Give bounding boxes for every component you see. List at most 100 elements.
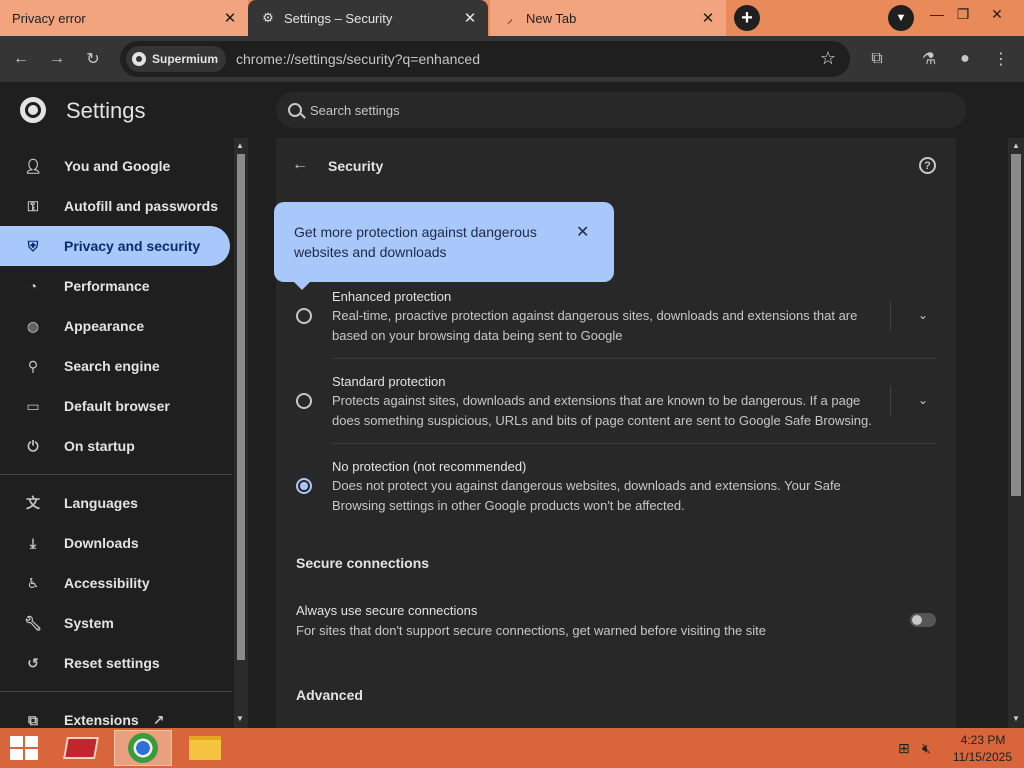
reload-button[interactable]: ↻ bbox=[78, 44, 108, 74]
close-icon[interactable]: ✕ bbox=[222, 9, 238, 27]
chevron-down-icon[interactable]: ⌄ bbox=[918, 393, 928, 407]
reset-icon: ↺ bbox=[27, 654, 39, 671]
enhanced-protection-option[interactable]: Enhanced protection Real-time, proactive… bbox=[276, 288, 956, 352]
option-description: Real-time, proactive protection against … bbox=[332, 308, 858, 343]
sidebar-item-label: Extensions bbox=[64, 712, 139, 728]
tab-search-button[interactable]: ▼ bbox=[888, 5, 914, 31]
sidebar-item-autofill[interactable]: ⚿ Autofill and passwords bbox=[0, 186, 230, 226]
row-description: For sites that don't support secure conn… bbox=[296, 623, 767, 638]
puzzle-icon: ⧉ bbox=[28, 711, 38, 728]
forward-button[interactable]: → bbox=[42, 44, 72, 74]
option-description: Does not protect you against dangerous w… bbox=[332, 478, 841, 513]
taskbar-app-red[interactable] bbox=[52, 730, 110, 766]
sidebar-item-label: Reset settings bbox=[64, 655, 160, 671]
bookmark-star-icon[interactable]: ☆ bbox=[820, 48, 836, 69]
sidebar-item-label: On startup bbox=[64, 438, 135, 454]
tab-title: Privacy error bbox=[12, 10, 86, 26]
tab-settings-security[interactable]: ⚙ Settings – Security ✕ bbox=[248, 0, 488, 36]
page-scrollbar-thumb[interactable] bbox=[1011, 154, 1021, 496]
standard-protection-option[interactable]: Standard protection Protects against sit… bbox=[276, 373, 956, 437]
sidebar-item-appearance[interactable]: ◍ Appearance bbox=[0, 306, 230, 346]
tab-privacy-error[interactable]: Privacy error ✕ bbox=[0, 0, 248, 36]
extensions-icon[interactable]: ⧉ bbox=[862, 44, 892, 74]
no-protection-radio[interactable] bbox=[296, 478, 312, 494]
close-icon[interactable]: ✕ bbox=[700, 9, 716, 27]
close-icon[interactable]: ✕ bbox=[576, 222, 589, 242]
taskbar-app-explorer[interactable] bbox=[176, 730, 234, 766]
external-link-icon: ↗ bbox=[152, 711, 165, 728]
clock-time[interactable]: 4:23 PM bbox=[958, 733, 1008, 747]
sidebar-scrollbar-thumb[interactable] bbox=[237, 154, 245, 660]
sidebar-item-label: System bbox=[64, 615, 114, 631]
restore-button[interactable]: ❐ bbox=[948, 0, 978, 28]
browser-app-icon bbox=[128, 733, 158, 763]
option-description: Protects against sites, downloads and ex… bbox=[332, 393, 872, 428]
enhanced-protection-radio[interactable] bbox=[296, 308, 312, 324]
translate-icon: 文 bbox=[26, 495, 40, 511]
sidebar-item-label: Downloads bbox=[64, 535, 139, 551]
start-button-windows-icon[interactable] bbox=[10, 736, 38, 760]
scroll-down-arrow-icon[interactable]: ▼ bbox=[236, 714, 244, 723]
sidebar-item-label: Default browser bbox=[64, 398, 170, 414]
red-app-icon bbox=[63, 737, 99, 759]
sidebar-item-languages[interactable]: 文 Languages bbox=[0, 483, 230, 523]
sidebar-item-label: You and Google bbox=[64, 158, 171, 174]
scroll-up-arrow-icon[interactable]: ▲ bbox=[236, 141, 244, 150]
browser-toolbar: ← → ↻ Supermium chrome://settings/securi… bbox=[0, 36, 1024, 82]
network-icon[interactable]: ⊞ bbox=[898, 740, 910, 757]
sidebar-item-performance[interactable]: ◔ Performance bbox=[0, 266, 230, 306]
speedometer-icon: ◔ bbox=[28, 278, 38, 294]
sidebar-divider bbox=[0, 474, 232, 475]
tab-strip: Privacy error ✕ ⚙ Settings – Security ✕ … bbox=[0, 0, 1024, 36]
section-title-advanced[interactable]: Advanced bbox=[296, 687, 363, 703]
profile-icon[interactable]: ● bbox=[950, 44, 980, 74]
standard-protection-radio[interactable] bbox=[296, 393, 312, 409]
sidebar-item-accessibility[interactable]: ♿︎ Accessibility bbox=[0, 563, 230, 603]
power-icon: ⏻ bbox=[27, 437, 39, 454]
back-button[interactable]: ← bbox=[6, 44, 36, 74]
taskbar-app-browser[interactable] bbox=[114, 730, 172, 766]
chip-label: Supermium bbox=[152, 52, 219, 66]
sidebar-item-default-browser[interactable]: ▭ Default browser bbox=[0, 386, 230, 426]
row-divider bbox=[332, 358, 936, 359]
no-protection-option[interactable]: No protection (not recommended) Does not… bbox=[276, 458, 956, 522]
scroll-down-arrow-icon[interactable]: ▼ bbox=[1012, 714, 1020, 723]
scroll-up-arrow-icon[interactable]: ▲ bbox=[1012, 141, 1020, 150]
menu-kebab-icon[interactable]: ⋮ bbox=[986, 44, 1016, 74]
windows-taskbar bbox=[0, 728, 1024, 768]
tab-new-tab[interactable]: ⸝ New Tab ✕ bbox=[490, 0, 726, 36]
back-arrow-icon[interactable]: ← bbox=[292, 156, 308, 174]
url-text[interactable]: chrome://settings/security?q=enhanced bbox=[236, 51, 480, 67]
row-title-always-secure: Always use secure connections bbox=[296, 603, 478, 618]
search-settings-input[interactable]: Search settings bbox=[276, 92, 966, 128]
shield-icon: ⛨ bbox=[27, 237, 39, 254]
sidebar-divider bbox=[0, 691, 232, 692]
tab-title: Settings – Security bbox=[284, 10, 393, 26]
page-title: Security bbox=[328, 158, 384, 174]
sidebar-item-reset-settings[interactable]: ↺ Reset settings bbox=[0, 643, 230, 683]
new-tab-button[interactable]: + bbox=[734, 5, 760, 31]
labs-flask-icon[interactable]: ⚗ bbox=[914, 44, 944, 74]
browser-icon: ▭ bbox=[26, 397, 40, 414]
speaker-muted-icon[interactable]: 🔇︎ bbox=[922, 740, 931, 757]
address-bar[interactable]: Supermium chrome://settings/security?q=e… bbox=[120, 41, 850, 77]
always-secure-toggle[interactable] bbox=[910, 613, 936, 627]
sidebar-item-system[interactable]: 🔧︎ System bbox=[0, 603, 230, 643]
clock-date[interactable]: 11/15/2025 bbox=[950, 750, 1012, 764]
close-window-button[interactable]: ✕ bbox=[982, 0, 1012, 28]
sidebar-item-search-engine[interactable]: ⚲ Search engine bbox=[0, 346, 230, 386]
option-separator bbox=[890, 386, 891, 416]
accessibility-icon: ♿︎ bbox=[26, 574, 40, 591]
callout-text: Get more protection against dangerous we… bbox=[294, 224, 537, 260]
sidebar-item-privacy[interactable]: ⛨ Privacy and security bbox=[0, 226, 230, 266]
sidebar-item-downloads[interactable]: ⤓ Downloads bbox=[0, 523, 230, 563]
sidebar-item-label: Languages bbox=[64, 495, 138, 511]
help-icon[interactable]: ? bbox=[919, 157, 936, 174]
sidebar-item-you-and-google[interactable]: 👤︎ You and Google bbox=[0, 146, 230, 186]
site-info-chip[interactable]: Supermium bbox=[126, 46, 227, 72]
close-icon[interactable]: ✕ bbox=[462, 9, 478, 27]
chevron-down-icon[interactable]: ⌄ bbox=[918, 308, 928, 322]
sidebar-item-on-startup[interactable]: ⏻ On startup bbox=[0, 426, 230, 466]
key-icon: ⚿ bbox=[27, 197, 39, 214]
tab-title: New Tab bbox=[526, 10, 577, 26]
